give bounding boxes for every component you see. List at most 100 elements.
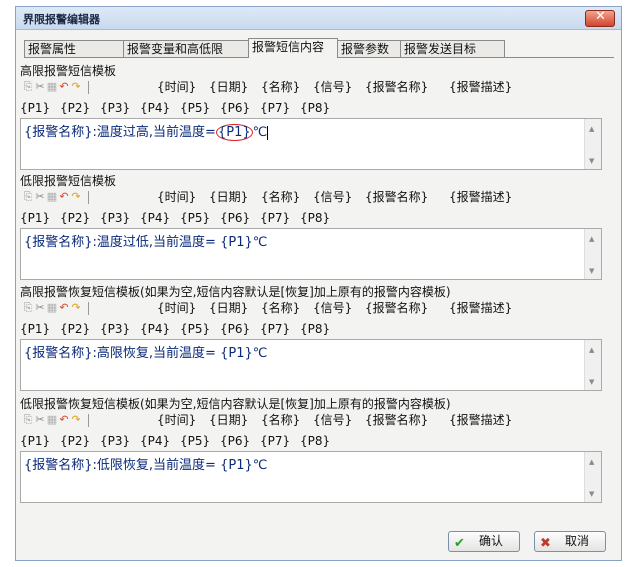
- paste-icon[interactable]: ▦: [46, 191, 58, 203]
- copy-icon[interactable]: ⎘: [22, 191, 34, 203]
- cut-icon[interactable]: ✂: [34, 191, 46, 203]
- insert-token-button[interactable]: {名称}: [261, 79, 300, 96]
- param-token-button[interactable]: {P6}: [220, 433, 250, 450]
- scroll-up-icon[interactable]: ▲: [589, 235, 594, 243]
- scroll-down-icon[interactable]: ▼: [589, 490, 594, 498]
- param-token-button[interactable]: {P3}: [100, 321, 130, 338]
- textarea-scrollbar[interactable]: ▲ ▼: [584, 452, 601, 502]
- param-token-button[interactable]: {P2}: [60, 321, 90, 338]
- insert-token-button[interactable]: {报警描述}: [449, 189, 512, 206]
- undo-icon[interactable]: ↶: [58, 414, 70, 426]
- textarea-scrollbar[interactable]: ▲ ▼: [584, 229, 601, 279]
- insert-token-button[interactable]: {信号}: [313, 79, 352, 96]
- tab-send-targets[interactable]: 报警发送目标: [400, 40, 505, 57]
- param-token-button[interactable]: {P3}: [100, 433, 130, 450]
- scroll-up-icon[interactable]: ▲: [589, 458, 594, 466]
- param-token-button[interactable]: {P1}: [20, 100, 50, 117]
- param-token-button[interactable]: {P7}: [260, 321, 290, 338]
- undo-icon[interactable]: ↶: [58, 191, 70, 203]
- paste-icon[interactable]: ▦: [46, 81, 58, 93]
- param-token-button[interactable]: {P6}: [220, 321, 250, 338]
- copy-icon[interactable]: ⎘: [22, 302, 34, 314]
- sms-template-textarea[interactable]: {报警名称}:温度过高,当前温度= {P1} ℃ ▲ ▼: [20, 118, 602, 170]
- insert-token-button[interactable]: {报警名称}: [365, 412, 428, 429]
- param-token-button[interactable]: {P2}: [60, 100, 90, 117]
- paste-icon[interactable]: ▦: [46, 302, 58, 314]
- insert-token-button[interactable]: {报警名称}: [365, 189, 428, 206]
- param-token-button[interactable]: {P4}: [140, 433, 170, 450]
- sms-template-textarea[interactable]: {报警名称}:低限恢复,当前温度= {P1}℃ ▲ ▼: [20, 451, 602, 503]
- undo-icon[interactable]: ↶: [58, 81, 70, 93]
- param-token-button[interactable]: {P1}: [20, 321, 50, 338]
- tab-alarm-params[interactable]: 报警参数: [337, 40, 401, 57]
- insert-token-button[interactable]: {名称}: [261, 189, 300, 206]
- param-token-button[interactable]: {P4}: [140, 100, 170, 117]
- cut-icon[interactable]: ✂: [34, 302, 46, 314]
- copy-icon[interactable]: ⎘: [22, 81, 34, 93]
- insert-token-button[interactable]: {名称}: [261, 300, 300, 317]
- cut-icon[interactable]: ✂: [34, 81, 46, 93]
- cancel-button[interactable]: ✖ 取消: [534, 531, 606, 552]
- textarea-scrollbar[interactable]: ▲ ▼: [584, 340, 601, 390]
- redo-icon[interactable]: ↷: [70, 414, 82, 426]
- insert-token-button[interactable]: {日期}: [209, 300, 248, 317]
- param-token-button[interactable]: {P8}: [300, 433, 330, 450]
- scroll-up-icon[interactable]: ▲: [589, 125, 594, 133]
- copy-icon[interactable]: ⎘: [22, 414, 34, 426]
- insert-token-button[interactable]: {信号}: [313, 412, 352, 429]
- param-token-button[interactable]: {P8}: [300, 210, 330, 227]
- redo-icon[interactable]: ↷: [70, 191, 82, 203]
- param-token-button[interactable]: {P1}: [20, 433, 50, 450]
- insert-token-button[interactable]: {名称}: [261, 412, 300, 429]
- param-token-button[interactable]: {P7}: [260, 210, 290, 227]
- insert-token-button[interactable]: {日期}: [209, 189, 248, 206]
- sms-template-textarea[interactable]: {报警名称}:高限恢复,当前温度= {P1}℃ ▲ ▼: [20, 339, 602, 391]
- insert-token-button[interactable]: {报警描述}: [449, 300, 512, 317]
- param-token-button[interactable]: {P1}: [20, 210, 50, 227]
- insert-token-button[interactable]: {报警名称}: [365, 79, 428, 96]
- scroll-down-icon[interactable]: ▼: [589, 378, 594, 386]
- tab-sms-content[interactable]: 报警短信内容: [248, 38, 338, 58]
- param-token-button[interactable]: {P5}: [180, 433, 210, 450]
- insert-token-button[interactable]: {时间}: [157, 189, 196, 206]
- redo-icon[interactable]: ↷: [70, 81, 82, 93]
- insert-token-button[interactable]: {报警描述}: [449, 412, 512, 429]
- param-token-button[interactable]: {P3}: [100, 210, 130, 227]
- param-token-button[interactable]: {P6}: [220, 100, 250, 117]
- insert-token-button[interactable]: {日期}: [209, 412, 248, 429]
- insert-token-button[interactable]: {日期}: [209, 79, 248, 96]
- param-token-button[interactable]: {P8}: [300, 321, 330, 338]
- param-token-button[interactable]: {P5}: [180, 210, 210, 227]
- param-token-button[interactable]: {P8}: [300, 100, 330, 117]
- tab-alarm-properties[interactable]: 报警属性: [24, 40, 124, 57]
- tab-alarm-variables[interactable]: 报警变量和高低限: [123, 40, 255, 57]
- scroll-down-icon[interactable]: ▼: [589, 267, 594, 275]
- param-token-button[interactable]: {P4}: [140, 321, 170, 338]
- param-token-button[interactable]: {P7}: [260, 433, 290, 450]
- insert-token-button[interactable]: {时间}: [157, 300, 196, 317]
- sms-template-textarea[interactable]: {报警名称}:温度过低,当前温度= {P1}℃ ▲ ▼: [20, 228, 602, 280]
- param-token-button[interactable]: {P3}: [100, 100, 130, 117]
- param-token-button[interactable]: {P5}: [180, 321, 210, 338]
- insert-token-button[interactable]: {时间}: [157, 412, 196, 429]
- paste-icon[interactable]: ▦: [46, 414, 58, 426]
- param-token-button[interactable]: {P2}: [60, 210, 90, 227]
- param-token-button[interactable]: {P2}: [60, 433, 90, 450]
- ok-button[interactable]: ✔ 确认: [448, 531, 520, 552]
- param-token-button[interactable]: {P5}: [180, 100, 210, 117]
- insert-token-button[interactable]: {报警描述}: [449, 79, 512, 96]
- scroll-down-icon[interactable]: ▼: [589, 157, 594, 165]
- param-token-button[interactable]: {P7}: [260, 100, 290, 117]
- scroll-up-icon[interactable]: ▲: [589, 346, 594, 354]
- param-token-button[interactable]: {P4}: [140, 210, 170, 227]
- cut-icon[interactable]: ✂: [34, 414, 46, 426]
- redo-icon[interactable]: ↷: [70, 302, 82, 314]
- close-button[interactable]: ✕: [585, 9, 615, 27]
- insert-token-button[interactable]: {信号}: [313, 300, 352, 317]
- textarea-scrollbar[interactable]: ▲ ▼: [584, 119, 601, 169]
- param-token-button[interactable]: {P6}: [220, 210, 250, 227]
- insert-token-button[interactable]: {报警名称}: [365, 300, 428, 317]
- insert-token-button[interactable]: {时间}: [157, 79, 196, 96]
- undo-icon[interactable]: ↶: [58, 302, 70, 314]
- insert-token-button[interactable]: {信号}: [313, 189, 352, 206]
